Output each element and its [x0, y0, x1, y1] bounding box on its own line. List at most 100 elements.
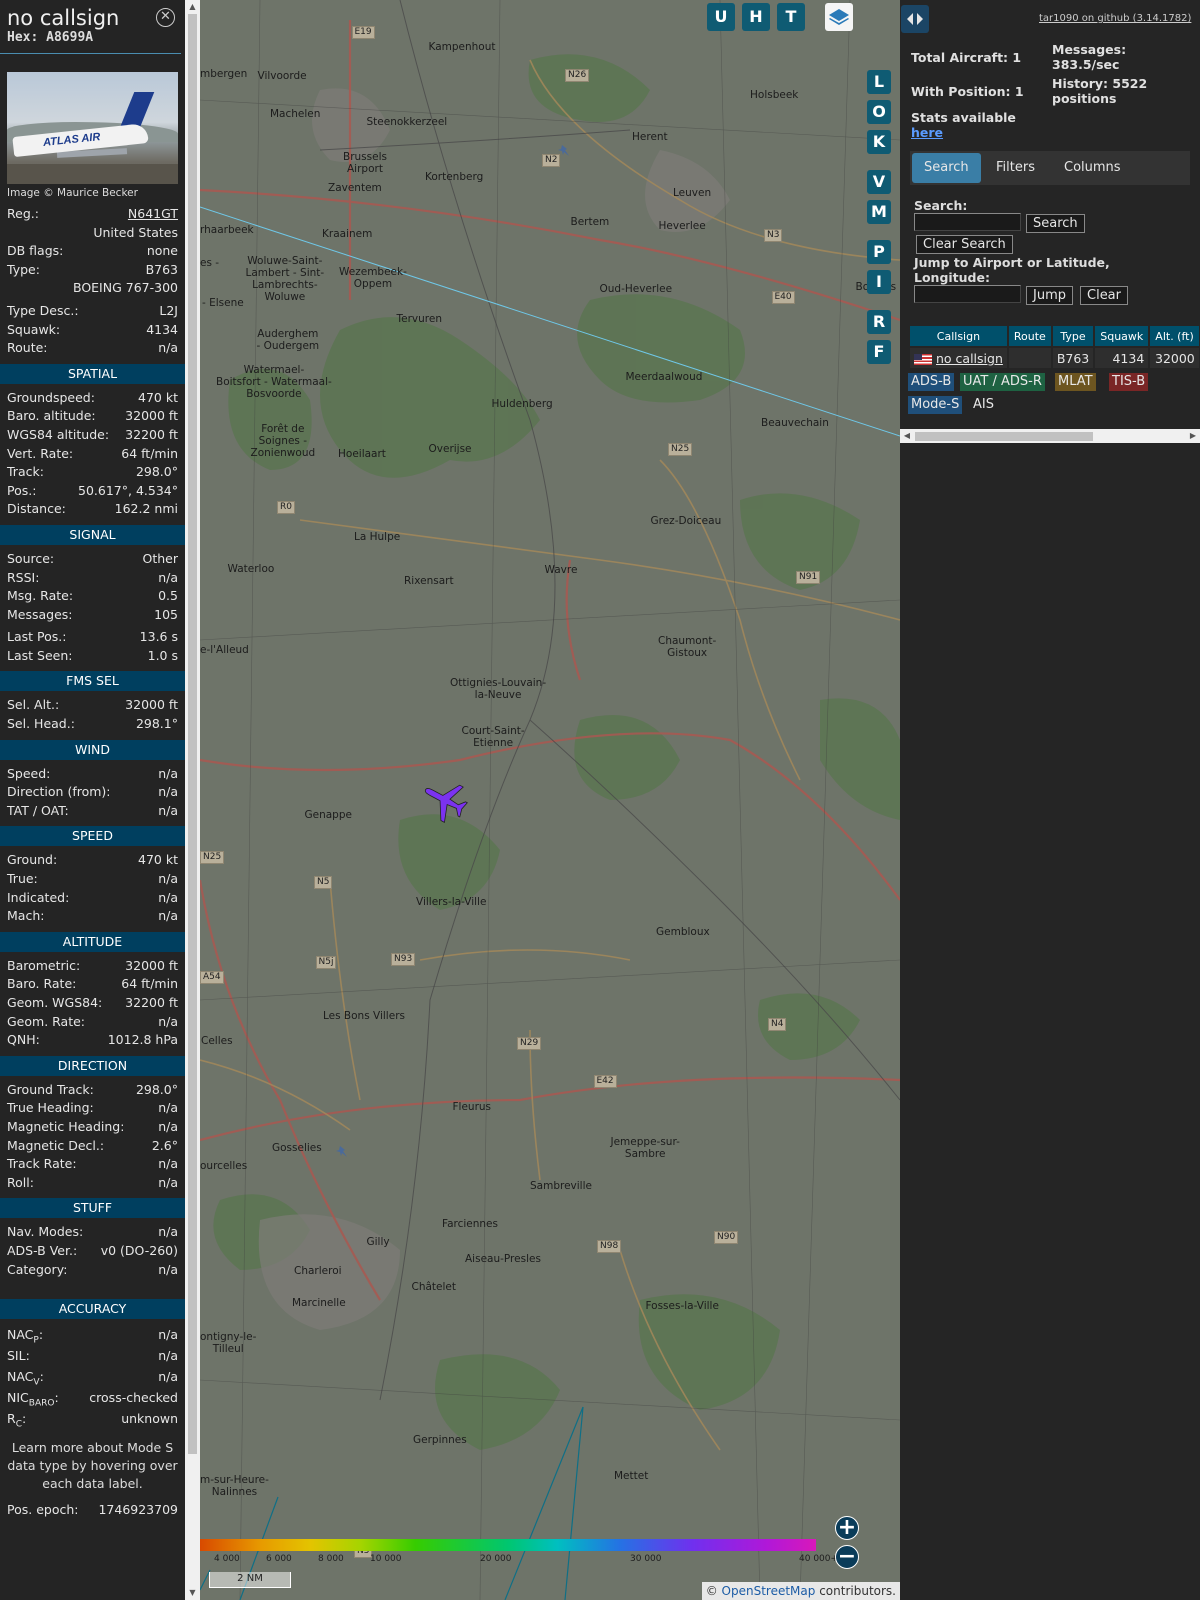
scroll-left-icon[interactable]: ◀ — [900, 429, 914, 443]
info-label: Type: — [7, 261, 40, 277]
accuracy-rows: NACP: n/a SIL: n/a NACV: n/a NICBARO: cross-che… — [0, 1324, 185, 1430]
map-place-label: Auderghem - Oudergem — [256, 328, 320, 352]
info-value: n/a — [158, 765, 178, 781]
info-value: n/a — [158, 889, 178, 905]
altitude-legend-label: 8 000 — [318, 1554, 344, 1564]
column-header-type[interactable]: Type — [1052, 326, 1094, 346]
search-button[interactable]: Search — [1026, 214, 1085, 233]
aircraft-photo[interactable]: ATLAS AIR — [7, 72, 178, 184]
info-value: 298.1° — [135, 716, 178, 732]
info-value: none — [146, 243, 178, 259]
callsign-link[interactable]: no callsign — [936, 351, 1003, 366]
close-icon[interactable]: ✕ — [156, 8, 175, 27]
map-control-p[interactable]: P — [867, 240, 891, 264]
info-value: 32200 ft — [125, 426, 178, 442]
map-control-l[interactable]: L — [867, 70, 891, 94]
table-horizontal-scrollbar[interactable]: ◀ ▶ — [900, 429, 1200, 443]
scroll-up-icon[interactable]: ▲ — [185, 0, 200, 14]
openstreetmap-link[interactable]: OpenStreetMap — [722, 1584, 816, 1598]
stats-here-link[interactable]: here — [911, 125, 943, 140]
map-control-r[interactable]: R — [867, 310, 891, 334]
road-shield: A54 — [200, 970, 224, 984]
info-label: Track Rate: — [7, 1156, 77, 1172]
scrollbar-thumb[interactable] — [188, 14, 197, 1454]
zoom-in-button[interactable]: + — [835, 1516, 859, 1540]
info-label: Msg. Rate: — [7, 588, 74, 604]
accuracy-row: NICBARO: cross-checked — [0, 1387, 185, 1409]
scroll-down-icon[interactable]: ▼ — [185, 1586, 200, 1600]
stats-available: Stats available here — [911, 110, 1016, 140]
map-control-o[interactable]: O — [867, 100, 891, 124]
jump-input[interactable] — [914, 285, 1021, 303]
expand-horizontal-icon[interactable] — [901, 5, 929, 33]
clear-button[interactable]: Clear — [1080, 286, 1128, 305]
layers-icon[interactable] — [825, 3, 853, 31]
accuracy-label-base: NAC — [7, 1369, 34, 1385]
map-control-f[interactable]: F — [867, 340, 891, 364]
info-row: Baro. Rate: 64 ft/min — [0, 975, 185, 994]
map-place-label: ourcelles — [200, 1160, 248, 1172]
accuracy-label: NACV: — [7, 1369, 44, 1388]
table-row[interactable]: no callsign B763 4134 32000 — [910, 348, 1200, 368]
info-label: QNH: — [7, 1032, 40, 1048]
map-control-i[interactable]: I — [867, 270, 891, 294]
info-row: WGS84 altitude: 32200 ft — [0, 426, 185, 445]
road-shield: N5 — [314, 875, 333, 889]
info-value: n/a — [158, 569, 178, 585]
tab-filters[interactable]: Filters — [984, 153, 1047, 183]
map-place-label: Bertem — [570, 216, 610, 228]
map-control-t[interactable]: T — [777, 3, 805, 31]
accuracy-label: SIL: — [7, 1348, 30, 1364]
column-header-route[interactable]: Route — [1008, 326, 1051, 346]
info-panel-scrollbar[interactable]: ▲ ▼ — [185, 0, 200, 1600]
map-place-label: Wavre — [544, 564, 578, 576]
info-label: Last Pos.: — [7, 629, 67, 645]
info-row: Msg. Rate: 0.5 — [0, 587, 185, 606]
info-value: 162.2 nmi — [114, 501, 178, 517]
map-place-label: ontigny-le- Tilleul — [200, 1331, 257, 1355]
info-value: L2J — [159, 302, 178, 318]
altitude-legend-label: 20 000 — [480, 1554, 512, 1564]
map-control-u[interactable]: U — [707, 3, 735, 31]
column-header-squawk[interactable]: Squawk — [1095, 326, 1149, 346]
registration-link[interactable]: N641GT — [128, 206, 178, 221]
search-input[interactable] — [914, 213, 1021, 231]
tab-columns[interactable]: Columns — [1052, 153, 1133, 183]
info-value: 32200 ft — [125, 995, 178, 1010]
map-control-k[interactable]: K — [867, 130, 891, 154]
info-row: Ground Track: 298.0° — [0, 1081, 185, 1100]
map-control-h[interactable]: H — [742, 3, 770, 31]
info-row: Sel. Head.: 298.1° — [0, 715, 185, 734]
map-control-v[interactable]: V — [867, 170, 891, 194]
accuracy-label: RC: — [7, 1411, 27, 1430]
info-value: n/a — [158, 908, 178, 924]
info-row: Last Pos.: 13.6 s — [0, 628, 185, 647]
search-label: Search: — [914, 198, 968, 213]
info-value: 2.6° — [151, 1137, 178, 1153]
jump-button[interactable]: Jump — [1026, 286, 1073, 305]
tab-search[interactable]: Search — [912, 153, 981, 183]
info-label: True Heading: — [7, 1100, 94, 1116]
info-value: 105 — [154, 606, 178, 622]
info-label: Distance: — [7, 501, 66, 517]
column-header-alt-ft[interactable]: Alt. (ft) — [1150, 326, 1199, 346]
map-attribution: © OpenStreetMap contributors. — [701, 1582, 900, 1600]
section-rows: Nav. Modes: n/a ADS-B Ver.: v0 (DO-260) Cate… — [0, 1223, 185, 1279]
column-header-callsign[interactable]: Callsign — [910, 326, 1007, 346]
info-value: United States — [93, 224, 178, 240]
total-aircraft: Total Aircraft: 1 — [911, 50, 1022, 65]
info-value: 64 ft/min — [121, 445, 178, 461]
road-shield: N3 — [764, 228, 783, 242]
map-place-label: Fleurus — [452, 1101, 492, 1113]
clear-search-button[interactable]: Clear Search — [916, 235, 1013, 254]
github-link[interactable]: tar1090 on github (3.14.1782) — [1039, 13, 1191, 24]
accuracy-label-base: R — [7, 1411, 16, 1427]
zoom-out-button[interactable]: − — [835, 1545, 859, 1569]
info-row: TAT / OAT: n/a — [0, 802, 185, 821]
scroll-right-icon[interactable]: ▶ — [1186, 429, 1200, 443]
map-view[interactable]: Kampenhout Vilvoorde Machelen Steenokkerzee… — [200, 0, 900, 1600]
map-place-label: Herent — [632, 131, 668, 143]
hscroll-thumb[interactable] — [915, 432, 1093, 441]
accuracy-value: unknown — [121, 1411, 178, 1427]
map-control-m[interactable]: M — [867, 200, 891, 224]
